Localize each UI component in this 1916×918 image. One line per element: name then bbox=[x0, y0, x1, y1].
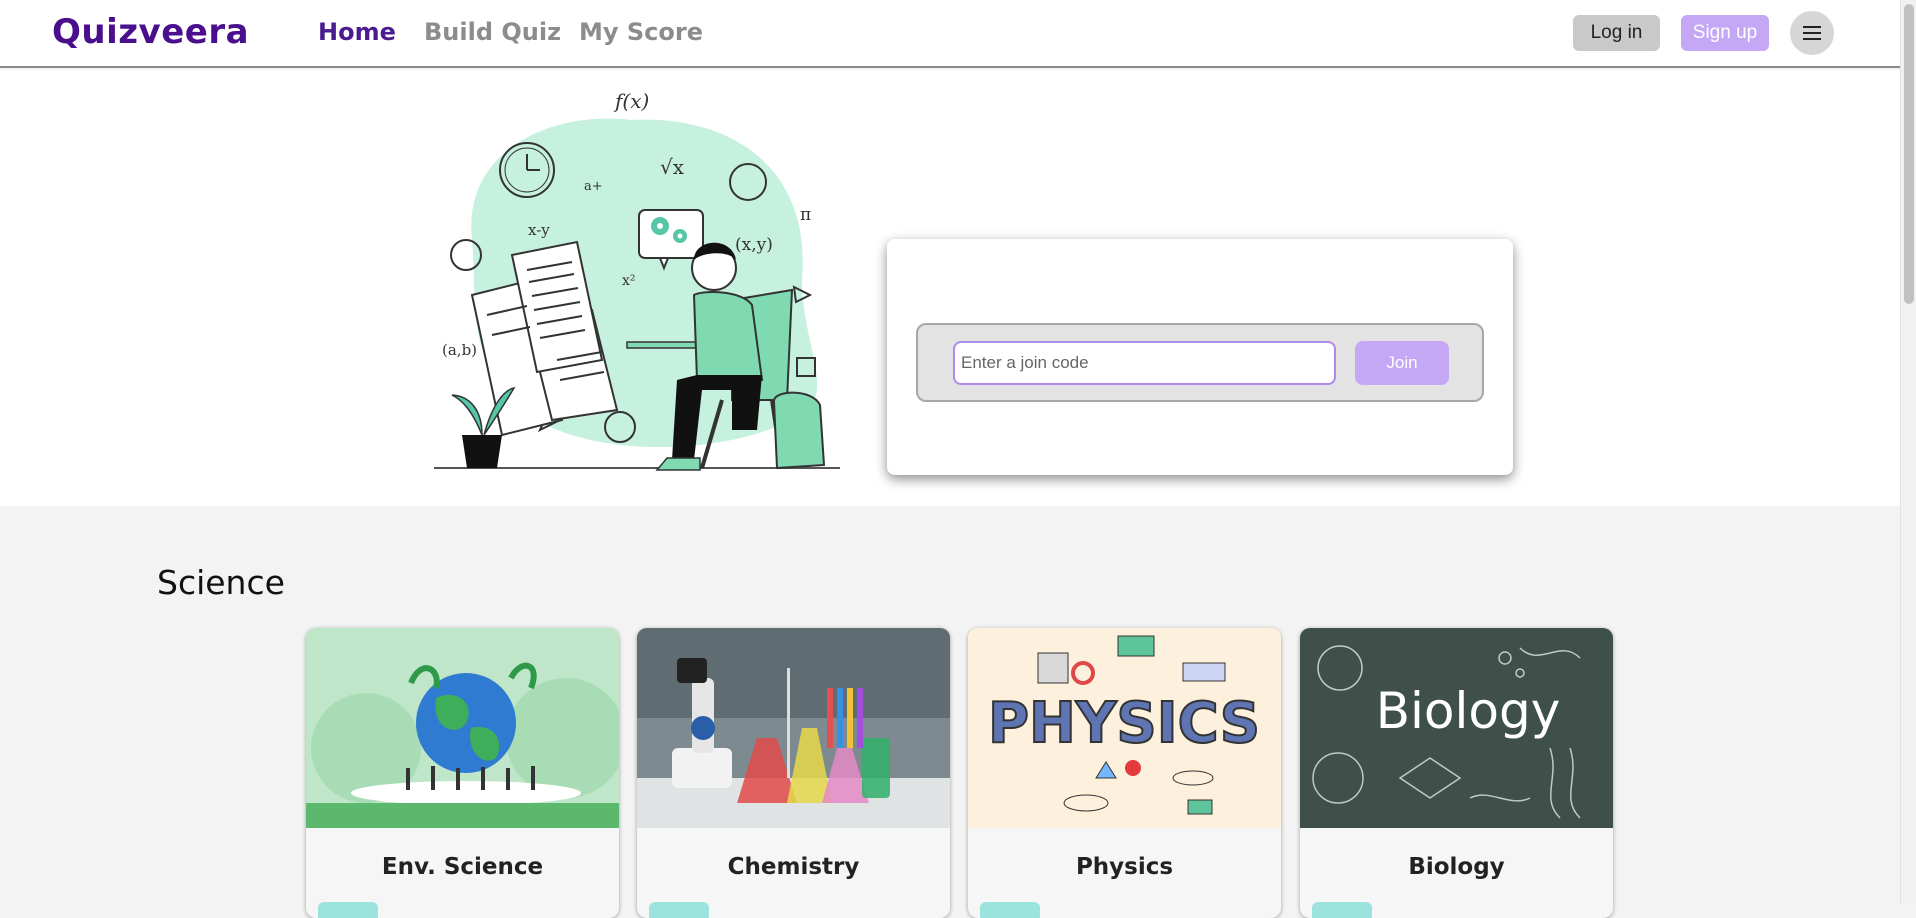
card-title: Chemistry bbox=[727, 854, 860, 880]
formula-x-squared: x² bbox=[622, 273, 636, 289]
app-logo[interactable]: Quizveera bbox=[52, 12, 249, 52]
formula-pi: π bbox=[800, 205, 811, 225]
nav-build-quiz[interactable]: Build Quiz bbox=[424, 18, 561, 46]
join-code-input[interactable] bbox=[953, 341, 1336, 385]
physics-doodles-image: PHYSICS bbox=[968, 628, 1281, 828]
student-studying-illustration: f(x) √x x-y (x,y) x² (a,b) π a+ bbox=[434, 90, 840, 471]
physics-word: PHYSICS bbox=[988, 691, 1260, 756]
card-title: Physics bbox=[1075, 854, 1174, 880]
join-button[interactable]: Join bbox=[1355, 341, 1449, 385]
card-title: Biology bbox=[1408, 854, 1505, 880]
page-scrollbar[interactable] bbox=[1900, 0, 1916, 905]
formula-xy-point: (x,y) bbox=[735, 235, 773, 255]
quiz-card-physics[interactable]: PHYSICS Physics bbox=[968, 628, 1281, 918]
quiz-card-biology[interactable]: Biology Biology bbox=[1300, 628, 1613, 918]
section-title-science: Science bbox=[157, 563, 285, 602]
earth-illustration-image bbox=[306, 628, 619, 828]
signup-button[interactable]: Sign up bbox=[1681, 15, 1769, 51]
card-tag bbox=[1312, 902, 1372, 918]
formula-f-of-x: f(x) bbox=[613, 90, 649, 113]
lab-equipment-image bbox=[637, 628, 950, 828]
quiz-card-env-science[interactable]: Env. Science bbox=[306, 628, 619, 918]
join-card: Join bbox=[887, 239, 1513, 475]
card-tag bbox=[318, 902, 378, 918]
card-tag bbox=[649, 902, 709, 918]
top-navbar: Quizveera Home Build Quiz My Score Log i… bbox=[0, 0, 1900, 68]
card-tag bbox=[980, 902, 1040, 918]
biology-chalkboard-image: Biology bbox=[1300, 628, 1613, 828]
nav-my-score[interactable]: My Score bbox=[579, 18, 703, 46]
hamburger-icon[interactable] bbox=[1790, 11, 1834, 55]
formula-a-plus: a+ bbox=[584, 179, 603, 194]
quiz-card-chemistry[interactable]: Chemistry bbox=[637, 628, 950, 918]
join-form: Join bbox=[916, 323, 1484, 402]
login-button[interactable]: Log in bbox=[1573, 15, 1660, 51]
formula-x-minus-y: x-y bbox=[528, 221, 550, 239]
nav-home[interactable]: Home bbox=[318, 18, 396, 46]
formula-ab: (a,b) bbox=[442, 341, 477, 359]
formula-sqrt-x: √x bbox=[660, 155, 685, 179]
scrollbar-thumb[interactable] bbox=[1904, 4, 1914, 304]
card-title: Env. Science bbox=[381, 854, 544, 880]
biology-word: Biology bbox=[1376, 682, 1561, 740]
hero-section: f(x) √x x-y (x,y) x² (a,b) π a+ Enter a … bbox=[0, 70, 1900, 506]
